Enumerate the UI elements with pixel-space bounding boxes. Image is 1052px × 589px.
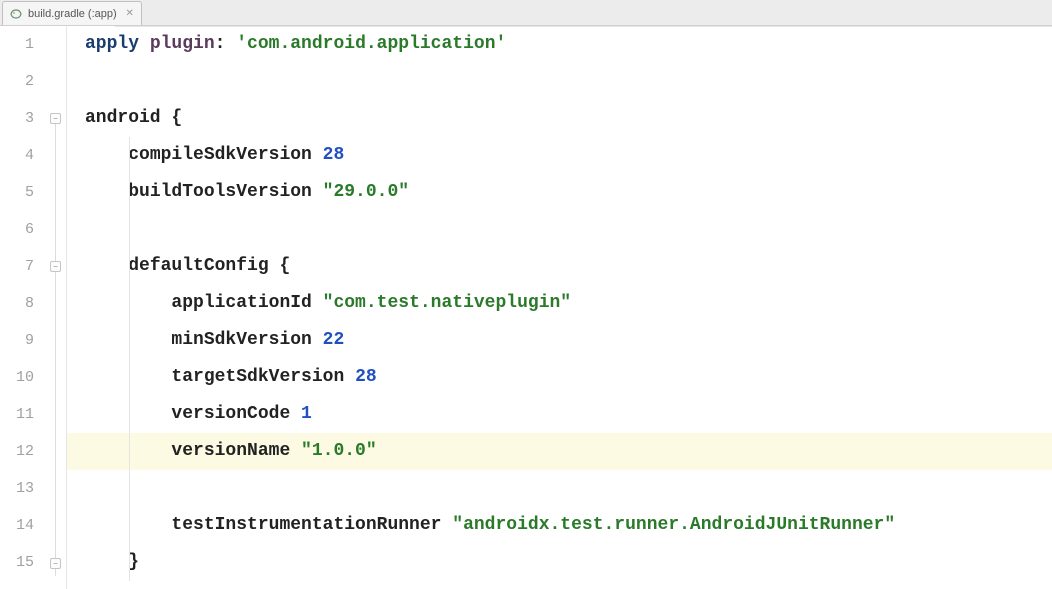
tab-label: build.gradle (:app) (28, 8, 117, 20)
keyword: plugin (150, 34, 215, 54)
code-line[interactable]: apply plugin: 'com.android.application' (67, 26, 1052, 63)
code-line[interactable] (67, 470, 1052, 507)
text: buildToolsVersion (128, 182, 322, 202)
text: testInstrumentationRunner (171, 515, 452, 535)
line-number: 5 (0, 174, 34, 211)
text: targetSdkVersion (171, 367, 355, 387)
code-line[interactable]: applicationId "com.test.nativeplugin" (67, 285, 1052, 322)
code-line[interactable]: compileSdkVersion 28 (67, 137, 1052, 174)
text: defaultConfig { (128, 256, 290, 276)
text: applicationId (171, 293, 322, 313)
close-icon[interactable]: ✕ (125, 9, 135, 19)
line-number: 10 (0, 359, 34, 396)
string: "androidx.test.runner.AndroidJUnitRunner… (452, 515, 895, 535)
line-number-gutter: 1 2 3 4 5 6 7 8 9 10 11 12 13 14 15 (0, 26, 48, 589)
line-number: 13 (0, 470, 34, 507)
line-number: 7 (0, 248, 34, 285)
text: versionName (171, 441, 301, 461)
fold-toggle[interactable]: − (50, 261, 61, 272)
line-number: 6 (0, 211, 34, 248)
code-line[interactable]: targetSdkVersion 28 (67, 359, 1052, 396)
gradle-icon (9, 7, 23, 21)
code-content[interactable]: apply plugin: 'com.android.application' … (66, 26, 1052, 589)
line-number: 1 (0, 26, 34, 63)
line-number: 12 (0, 433, 34, 470)
string: "1.0.0" (301, 441, 377, 461)
text: compileSdkVersion (128, 145, 322, 165)
string: 'com.android.application' (236, 34, 506, 54)
number: 28 (323, 145, 345, 165)
number: 1 (301, 404, 312, 424)
fold-gutter: − − − (48, 26, 66, 589)
editor-tab[interactable]: build.gradle (:app) ✕ (2, 1, 142, 25)
code-line[interactable]: } (67, 544, 1052, 581)
line-number: 2 (0, 63, 34, 100)
code-line[interactable] (67, 211, 1052, 248)
string: "com.test.nativeplugin" (323, 293, 571, 313)
code-line[interactable]: versionCode 1 (67, 396, 1052, 433)
tab-bar: build.gradle (:app) ✕ (0, 0, 1052, 26)
code-line[interactable]: testInstrumentationRunner "androidx.test… (67, 507, 1052, 544)
line-number: 9 (0, 322, 34, 359)
text: : (215, 34, 237, 54)
number: 28 (355, 367, 377, 387)
fold-toggle[interactable]: − (50, 558, 61, 569)
fold-guide (55, 272, 56, 558)
code-line-current[interactable]: versionName "1.0.0" (67, 433, 1052, 470)
fold-toggle[interactable]: − (50, 113, 61, 124)
line-number: 14 (0, 507, 34, 544)
text: versionCode (171, 404, 301, 424)
string: "29.0.0" (323, 182, 409, 202)
code-line[interactable]: android { (67, 100, 1052, 137)
line-number: 3 (0, 100, 34, 137)
number: 22 (323, 330, 345, 350)
keyword: apply (85, 34, 139, 54)
indent-guide (129, 137, 130, 581)
code-line[interactable]: buildToolsVersion "29.0.0" (67, 174, 1052, 211)
code-editor[interactable]: 1 2 3 4 5 6 7 8 9 10 11 12 13 14 15 − − … (0, 26, 1052, 589)
line-number: 11 (0, 396, 34, 433)
code-line[interactable]: minSdkVersion 22 (67, 322, 1052, 359)
code-line[interactable]: defaultConfig { (67, 248, 1052, 285)
line-number: 15 (0, 544, 34, 581)
line-number: 4 (0, 137, 34, 174)
line-number: 8 (0, 285, 34, 322)
code-line[interactable] (67, 63, 1052, 100)
text (139, 34, 150, 54)
text: android { (85, 108, 182, 128)
text: minSdkVersion (171, 330, 322, 350)
